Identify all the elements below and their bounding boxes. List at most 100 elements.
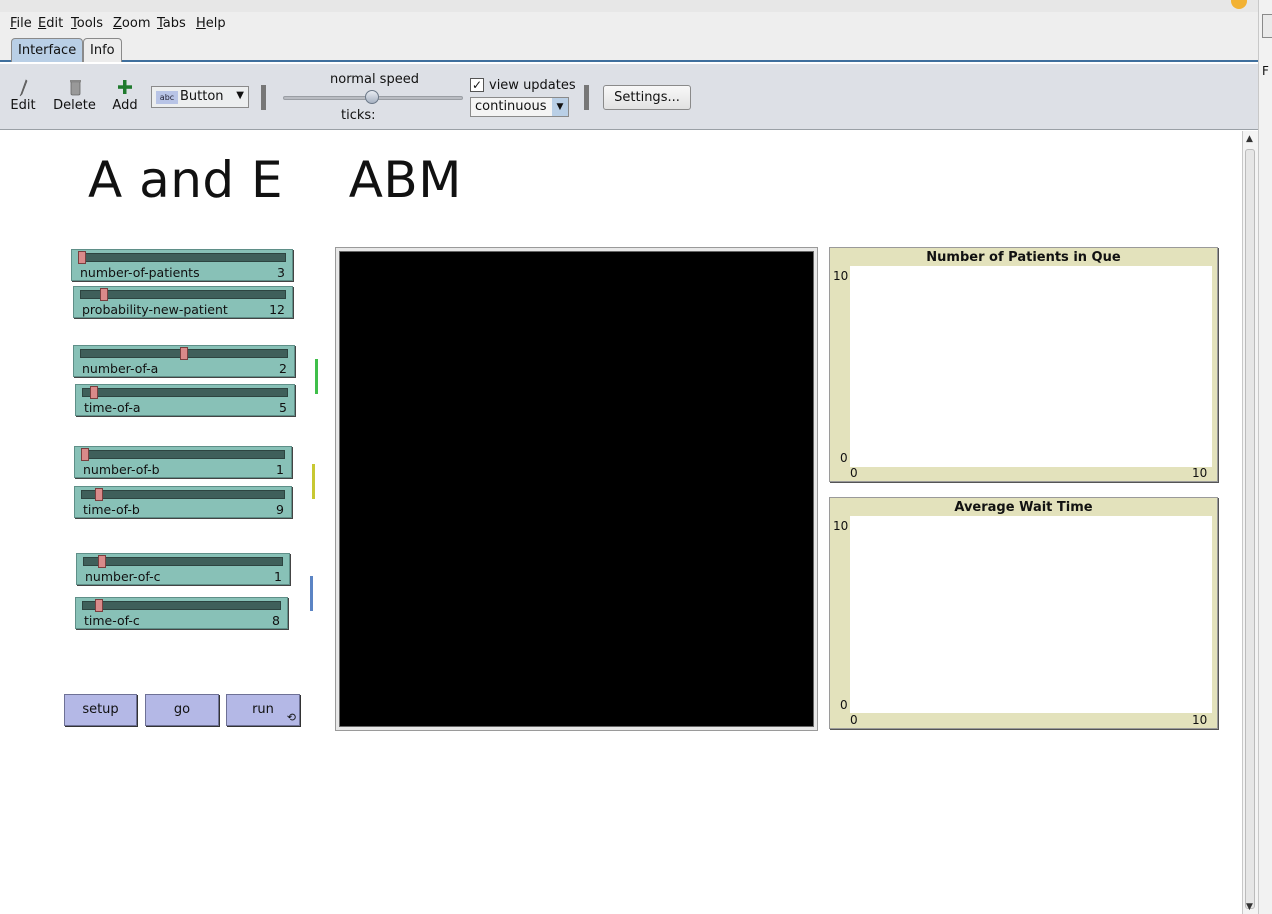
tab-bar: Interface Info — [0, 35, 1258, 62]
slider-value: 1 — [274, 569, 282, 584]
slider-value: 5 — [279, 400, 287, 415]
delete-label: Delete — [53, 98, 96, 113]
menu-edit[interactable]: Edit — [38, 16, 63, 31]
vertical-scrollbar[interactable]: ▲ ▼ — [1242, 131, 1258, 914]
slider-value: 2 — [279, 361, 287, 376]
forever-icon: ⟲ — [286, 711, 296, 724]
tab-interface[interactable]: Interface — [11, 38, 84, 62]
adjacent-window-text: F — [1262, 64, 1269, 78]
plot-average-wait-time[interactable]: Average Wait Time 10 0 0 10 — [829, 497, 1218, 729]
plot-y-max: 10 — [833, 269, 849, 283]
go-button[interactable]: go — [145, 694, 219, 726]
plot-x-max: 10 — [1192, 713, 1208, 727]
setup-button[interactable]: setup — [64, 694, 137, 726]
adjacent-window-edge: F — [1258, 0, 1272, 914]
plot-area — [850, 266, 1212, 467]
slider-knob[interactable] — [89, 386, 98, 399]
window-title-bar — [0, 0, 1258, 12]
button-widget-icon: abc — [156, 91, 178, 104]
scrollbar-thumb[interactable] — [1245, 149, 1255, 909]
view-updates-checkbox[interactable]: ✓ — [470, 78, 484, 92]
edit-label: Edit — [10, 98, 36, 113]
group-b-color-bar — [312, 464, 315, 499]
model-title: A and E ABM — [88, 151, 462, 209]
add-button[interactable]: Add — [112, 78, 138, 113]
go-button-label: go — [173, 702, 191, 717]
widget-type-select[interactable]: abc Button ▼ — [151, 86, 249, 108]
menu-tools[interactable]: Tools — [71, 16, 103, 31]
slider-label: time-of-a — [84, 400, 141, 415]
slider-time-of-b[interactable]: time-of-b 9 — [74, 486, 292, 518]
delete-button[interactable]: Delete — [53, 78, 96, 113]
plot-x-min: 0 — [850, 713, 858, 727]
slider-knob[interactable] — [78, 251, 86, 264]
world-view[interactable] — [335, 247, 818, 731]
run-button[interactable]: run ⟲ — [226, 694, 300, 726]
edit-button[interactable]: Edit — [10, 78, 36, 113]
plot-x-min: 0 — [850, 466, 858, 480]
slider-label: number-of-patients — [80, 265, 200, 280]
slider-time-of-c[interactable]: time-of-c 8 — [75, 597, 288, 629]
slider-track — [80, 290, 286, 299]
slider-time-of-a[interactable]: time-of-a 5 — [75, 384, 295, 416]
menu-file[interactable]: File — [10, 16, 32, 31]
slider-number-of-b[interactable]: number-of-b 1 — [74, 446, 292, 478]
ticks-label: ticks: — [341, 108, 376, 123]
add-label: Add — [112, 98, 138, 113]
slider-knob[interactable] — [98, 555, 107, 568]
plot-number-of-patients-in-que[interactable]: Number of Patients in Que 10 0 0 10 — [829, 247, 1218, 482]
update-mode-select[interactable]: continuous ▼ — [470, 97, 569, 117]
pencil-icon — [19, 79, 28, 97]
run-button-label: run — [252, 702, 274, 717]
slider-knob[interactable] — [99, 288, 108, 301]
chevron-down-icon: ▼ — [552, 98, 568, 116]
slider-value: 3 — [277, 265, 285, 280]
plot-y-min: 0 — [840, 698, 848, 712]
slider-knob[interactable] — [180, 347, 188, 360]
settings-button[interactable]: Settings... — [603, 85, 691, 110]
scroll-down-icon[interactable]: ▼ — [1246, 902, 1253, 912]
scroll-up-icon[interactable]: ▲ — [1246, 134, 1253, 144]
slider-value: 9 — [276, 502, 284, 517]
slider-track — [81, 450, 285, 459]
slider-number-of-patients[interactable]: number-of-patients 3 — [71, 249, 293, 281]
view-updates-label: view updates — [489, 78, 576, 93]
window-control-icon[interactable] — [1231, 0, 1247, 9]
group-a-color-bar — [315, 359, 318, 394]
slider-track — [82, 601, 281, 610]
menu-zoom[interactable]: Zoom — [113, 16, 150, 31]
tab-info[interactable]: Info — [83, 38, 122, 62]
plot-title: Average Wait Time — [954, 500, 1093, 515]
toolbar-divider — [584, 85, 589, 110]
slider-knob[interactable] — [95, 599, 104, 612]
slider-probability-new-patient[interactable]: probability-new-patient 12 — [73, 286, 293, 318]
trash-icon — [69, 80, 81, 96]
plus-icon — [118, 80, 132, 94]
slider-number-of-a[interactable]: number-of-a 2 — [73, 345, 295, 377]
slider-value: 1 — [276, 462, 284, 477]
slider-number-of-c[interactable]: number-of-c 1 — [76, 553, 290, 585]
slider-knob[interactable] — [94, 488, 103, 501]
menu-help[interactable]: Help — [196, 16, 226, 31]
chevron-down-icon: ▼ — [236, 90, 244, 101]
plot-y-min: 0 — [840, 451, 848, 465]
menu-bar: File Edit Tools Zoom Tabs Help — [0, 12, 1258, 35]
slider-label: time-of-b — [83, 502, 140, 517]
slider-label: number-of-c — [85, 569, 161, 584]
slider-track — [78, 253, 286, 262]
widget-type-value: Button — [180, 89, 224, 104]
adjacent-window-tab — [1262, 14, 1272, 38]
world-view-canvas[interactable] — [339, 251, 814, 727]
slider-knob[interactable] — [81, 448, 89, 461]
group-c-color-bar — [310, 576, 313, 611]
slider-track — [83, 557, 283, 566]
slider-value: 12 — [269, 302, 285, 317]
menu-tabs[interactable]: Tabs — [157, 16, 186, 31]
slider-value: 8 — [272, 613, 280, 628]
netlogo-window: File Edit Tools Zoom Tabs Help Interface… — [0, 0, 1272, 914]
slider-label: number-of-b — [83, 462, 160, 477]
slider-label: probability-new-patient — [82, 302, 228, 317]
speed-slider-knob[interactable] — [365, 90, 379, 104]
plot-area — [850, 516, 1212, 713]
update-mode-value: continuous — [475, 99, 547, 114]
